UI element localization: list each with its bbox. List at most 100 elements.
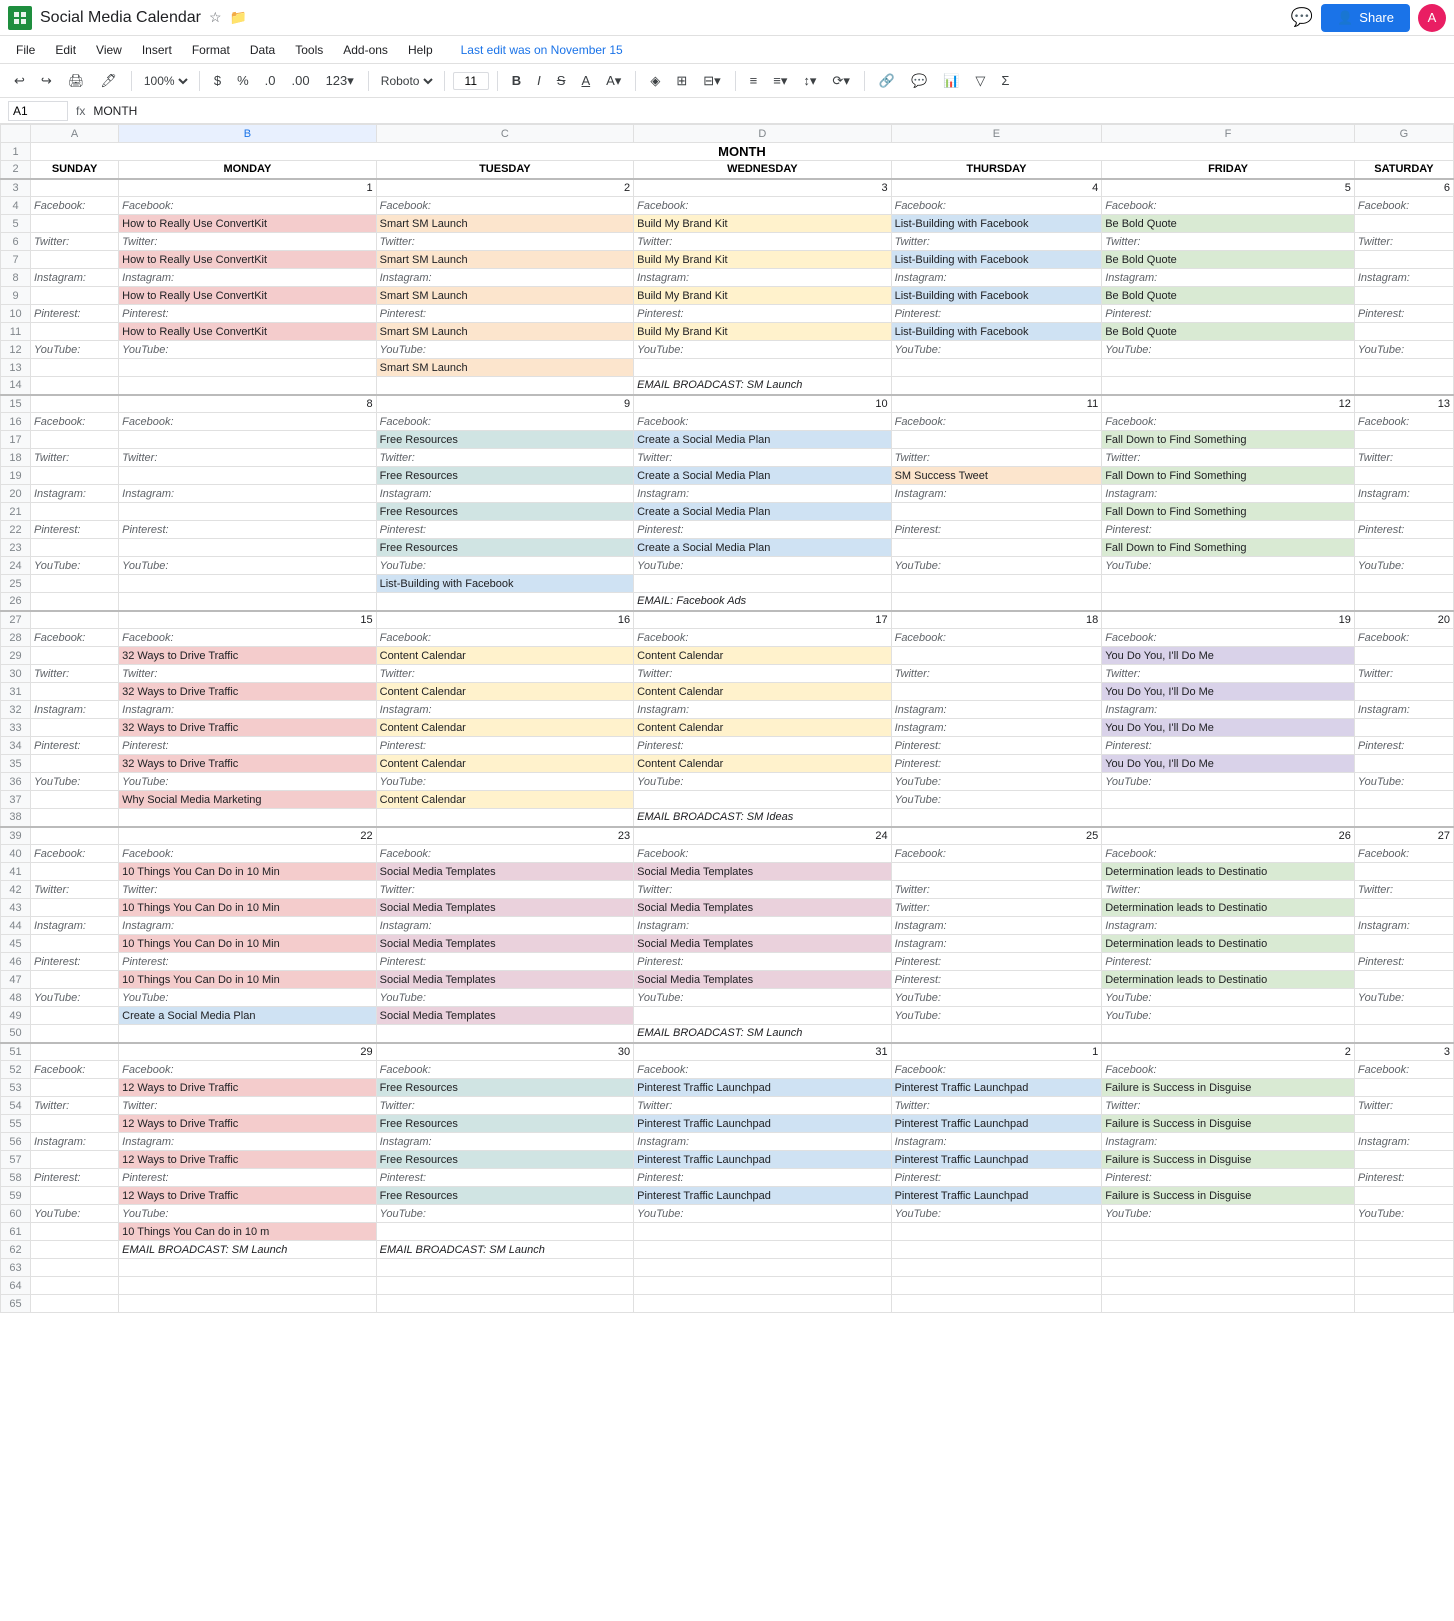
date-number-cell[interactable]: 19 — [1102, 611, 1355, 629]
table-cell[interactable] — [1354, 431, 1453, 449]
table-cell[interactable] — [31, 1277, 119, 1295]
table-cell[interactable]: Determination leads to Destinatio — [1102, 899, 1355, 917]
menu-edit[interactable]: Edit — [47, 41, 84, 59]
table-cell[interactable]: Instagram: — [634, 485, 891, 503]
redo-button[interactable]: ↪ — [35, 70, 58, 92]
zoom-select[interactable]: 100% — [140, 73, 191, 89]
table-cell[interactable]: Facebook: — [31, 197, 119, 215]
table-cell[interactable]: Fall Down to Find Something — [1102, 431, 1355, 449]
share-button[interactable]: 👤 Share — [1321, 4, 1410, 32]
date-number-cell[interactable]: 15 — [119, 611, 376, 629]
table-cell[interactable]: Pinterest: — [891, 737, 1102, 755]
table-cell[interactable] — [1354, 1295, 1453, 1313]
table-cell[interactable]: YouTube: — [31, 341, 119, 359]
table-cell[interactable]: YouTube: — [1102, 773, 1355, 791]
table-cell[interactable] — [891, 1223, 1102, 1241]
table-cell[interactable] — [31, 467, 119, 485]
table-cell[interactable] — [31, 935, 119, 953]
table-cell[interactable] — [1354, 1259, 1453, 1277]
table-cell[interactable]: Instagram: — [891, 935, 1102, 953]
table-cell[interactable] — [119, 539, 376, 557]
table-cell[interactable]: Content Calendar — [376, 755, 633, 773]
table-cell[interactable]: Facebook: — [31, 413, 119, 431]
table-cell[interactable]: You Do You, I'll Do Me — [1102, 647, 1355, 665]
table-cell[interactable] — [31, 1007, 119, 1025]
table-cell[interactable]: Failure is Success in Disguise — [1102, 1079, 1355, 1097]
table-cell[interactable]: Build My Brand Kit — [634, 323, 891, 341]
percent-button[interactable]: % — [231, 70, 255, 91]
text-color-button[interactable]: A▾ — [600, 70, 627, 92]
table-cell[interactable] — [1354, 1187, 1453, 1205]
table-cell[interactable] — [891, 1259, 1102, 1277]
table-cell[interactable]: Pinterest: — [119, 1169, 376, 1187]
table-cell[interactable]: 12 Ways to Drive Traffic — [119, 1187, 376, 1205]
table-cell[interactable] — [119, 593, 376, 611]
table-cell[interactable]: Pinterest: — [1102, 737, 1355, 755]
table-cell[interactable]: Social Media Templates — [634, 935, 891, 953]
table-cell[interactable]: Instagram: — [1102, 485, 1355, 503]
col-header-d[interactable]: D — [634, 125, 891, 143]
table-cell[interactable]: YouTube: — [376, 989, 633, 1007]
table-cell[interactable] — [31, 1115, 119, 1133]
table-cell[interactable]: YouTube: — [376, 557, 633, 575]
table-cell[interactable]: 12 Ways to Drive Traffic — [119, 1151, 376, 1169]
table-cell[interactable]: Pinterest Traffic Launchpad — [891, 1187, 1102, 1205]
table-cell[interactable] — [891, 863, 1102, 881]
table-cell[interactable]: How to Really Use ConvertKit — [119, 215, 376, 233]
table-cell[interactable]: Free Resources — [376, 467, 633, 485]
table-cell[interactable] — [891, 1277, 1102, 1295]
table-cell[interactable]: Instagram: — [891, 719, 1102, 737]
paint-format-button[interactable]: 🖊 — [94, 70, 123, 92]
table-cell[interactable]: Instagram: — [1102, 917, 1355, 935]
table-cell[interactable] — [634, 1241, 891, 1259]
table-cell[interactable]: You Do You, I'll Do Me — [1102, 755, 1355, 773]
table-cell[interactable]: YouTube: — [891, 773, 1102, 791]
table-cell[interactable] — [376, 1277, 633, 1295]
table-cell[interactable]: Pinterest Traffic Launchpad — [634, 1079, 891, 1097]
table-cell[interactable] — [31, 287, 119, 305]
table-cell[interactable]: 10 Things You Can Do in 10 Min — [119, 899, 376, 917]
table-cell[interactable]: Pinterest: — [1354, 737, 1453, 755]
table-cell[interactable]: Pinterest: — [31, 737, 119, 755]
table-cell[interactable]: Facebook: — [119, 1061, 376, 1079]
table-cell[interactable] — [31, 1079, 119, 1097]
table-cell[interactable] — [1354, 467, 1453, 485]
table-cell[interactable]: YouTube: — [31, 989, 119, 1007]
table-cell[interactable]: Facebook: — [891, 413, 1102, 431]
italic-button[interactable]: I — [531, 70, 547, 91]
table-cell[interactable]: Instagram: — [376, 701, 633, 719]
col-header-f[interactable]: F — [1102, 125, 1355, 143]
table-cell[interactable]: YouTube: — [634, 773, 891, 791]
table-cell[interactable]: Content Calendar — [634, 719, 891, 737]
decimal-decrease-button[interactable]: .0 — [259, 70, 282, 91]
table-cell[interactable]: Content Calendar — [376, 791, 633, 809]
table-cell[interactable]: Twitter: — [1354, 233, 1453, 251]
table-cell[interactable]: Instagram: — [1102, 701, 1355, 719]
table-cell[interactable]: YouTube: — [1102, 1205, 1355, 1223]
table-cell[interactable]: Instagram: — [634, 1133, 891, 1151]
table-cell[interactable]: How to Really Use ConvertKit — [119, 251, 376, 269]
table-cell[interactable]: Pinterest: — [634, 305, 891, 323]
table-cell[interactable]: Pinterest Traffic Launchpad — [634, 1187, 891, 1205]
table-cell[interactable] — [31, 215, 119, 233]
table-cell[interactable]: List-Building with Facebook — [376, 575, 633, 593]
table-cell[interactable] — [119, 575, 376, 593]
table-cell[interactable]: Smart SM Launch — [376, 215, 633, 233]
table-cell[interactable] — [1354, 575, 1453, 593]
table-cell[interactable]: Twitter: — [1102, 881, 1355, 899]
table-cell[interactable] — [31, 359, 119, 377]
table-cell[interactable] — [31, 1259, 119, 1277]
table-cell[interactable]: Pinterest: — [891, 971, 1102, 989]
table-cell[interactable]: Facebook: — [1102, 413, 1355, 431]
table-cell[interactable]: Facebook: — [891, 629, 1102, 647]
table-cell[interactable]: Smart SM Launch — [376, 287, 633, 305]
table-cell[interactable]: YouTube: — [1354, 989, 1453, 1007]
align-center-button[interactable]: ≡▾ — [767, 70, 793, 92]
table-cell[interactable]: Twitter: — [119, 1097, 376, 1115]
menu-file[interactable]: File — [8, 41, 43, 59]
table-cell[interactable] — [376, 593, 633, 611]
table-cell[interactable]: Instagram: — [634, 917, 891, 935]
table-cell[interactable]: Pinterest: — [1354, 953, 1453, 971]
date-number-cell[interactable]: 11 — [891, 395, 1102, 413]
table-cell[interactable]: Instagram: — [119, 1133, 376, 1151]
